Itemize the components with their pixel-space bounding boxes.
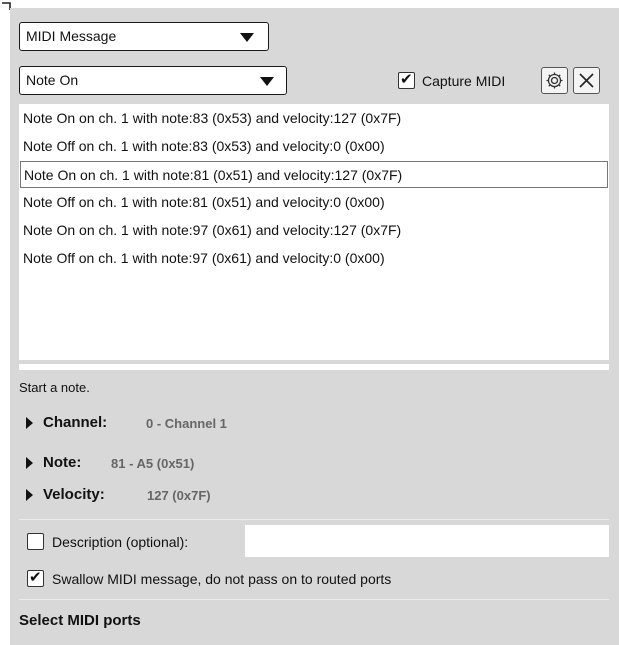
expand-triangle-icon[interactable]: [26, 417, 33, 429]
checkmark-icon: ✔: [400, 71, 413, 88]
hint-text: Start a note.: [19, 380, 90, 395]
expand-triangle-icon[interactable]: [26, 457, 33, 469]
list-item[interactable]: Note On on ch. 1 with note:97 (0x61) and…: [20, 217, 608, 244]
note-value: 81 - A5 (0x51): [111, 456, 195, 471]
velocity-label: Velocity:: [43, 486, 105, 503]
event-type-value: Note On: [26, 72, 79, 88]
channel-value: 0 - Channel 1: [146, 416, 227, 431]
capture-midi-label: Capture MIDI: [422, 73, 506, 89]
message-type-value: MIDI Message: [26, 28, 117, 44]
description-field[interactable]: [245, 525, 609, 557]
list-item[interactable]: Note Off on ch. 1 with note:83 (0x53) an…: [20, 133, 608, 160]
description-label: Description (optional):: [52, 534, 189, 550]
expand-triangle-icon[interactable]: [26, 489, 33, 501]
swallow-checkbox[interactable]: ✔: [27, 569, 44, 587]
swallow-label: Swallow MIDI message, do not pass on to …: [52, 571, 392, 587]
divider: [19, 519, 609, 520]
checkmark-icon: ✔: [29, 569, 42, 586]
message-type-dropdown[interactable]: MIDI Message: [19, 22, 269, 51]
midi-editor-panel: MIDI Message Note On ✔ Capture MIDI Note…: [10, 8, 619, 645]
ports-heading: Select MIDI ports: [19, 612, 141, 629]
list-item-selected[interactable]: Note On on ch. 1 with note:81 (0x51) and…: [20, 161, 608, 188]
chevron-down-icon: [240, 33, 254, 42]
gear-icon: [546, 72, 563, 89]
horizontal-scrollbar[interactable]: [19, 364, 609, 370]
close-button[interactable]: [573, 67, 600, 94]
message-list[interactable]: Note On on ch. 1 with note:83 (0x53) and…: [19, 104, 609, 360]
divider: [19, 599, 609, 600]
event-type-dropdown[interactable]: Note On: [19, 66, 287, 95]
list-item[interactable]: Note On on ch. 1 with note:83 (0x53) and…: [20, 105, 608, 132]
chevron-down-icon: [260, 77, 274, 86]
settings-button[interactable]: [541, 67, 568, 94]
channel-label: Channel:: [43, 414, 108, 431]
velocity-value: 127 (0x7F): [147, 488, 211, 503]
list-item[interactable]: Note Off on ch. 1 with note:97 (0x61) an…: [20, 245, 608, 272]
description-checkbox[interactable]: [27, 533, 44, 550]
capture-midi-checkbox[interactable]: ✔: [398, 71, 415, 89]
close-icon: [579, 73, 594, 88]
list-item[interactable]: Note Off on ch. 1 with note:81 (0x51) an…: [20, 189, 608, 216]
note-label: Note:: [43, 454, 82, 471]
